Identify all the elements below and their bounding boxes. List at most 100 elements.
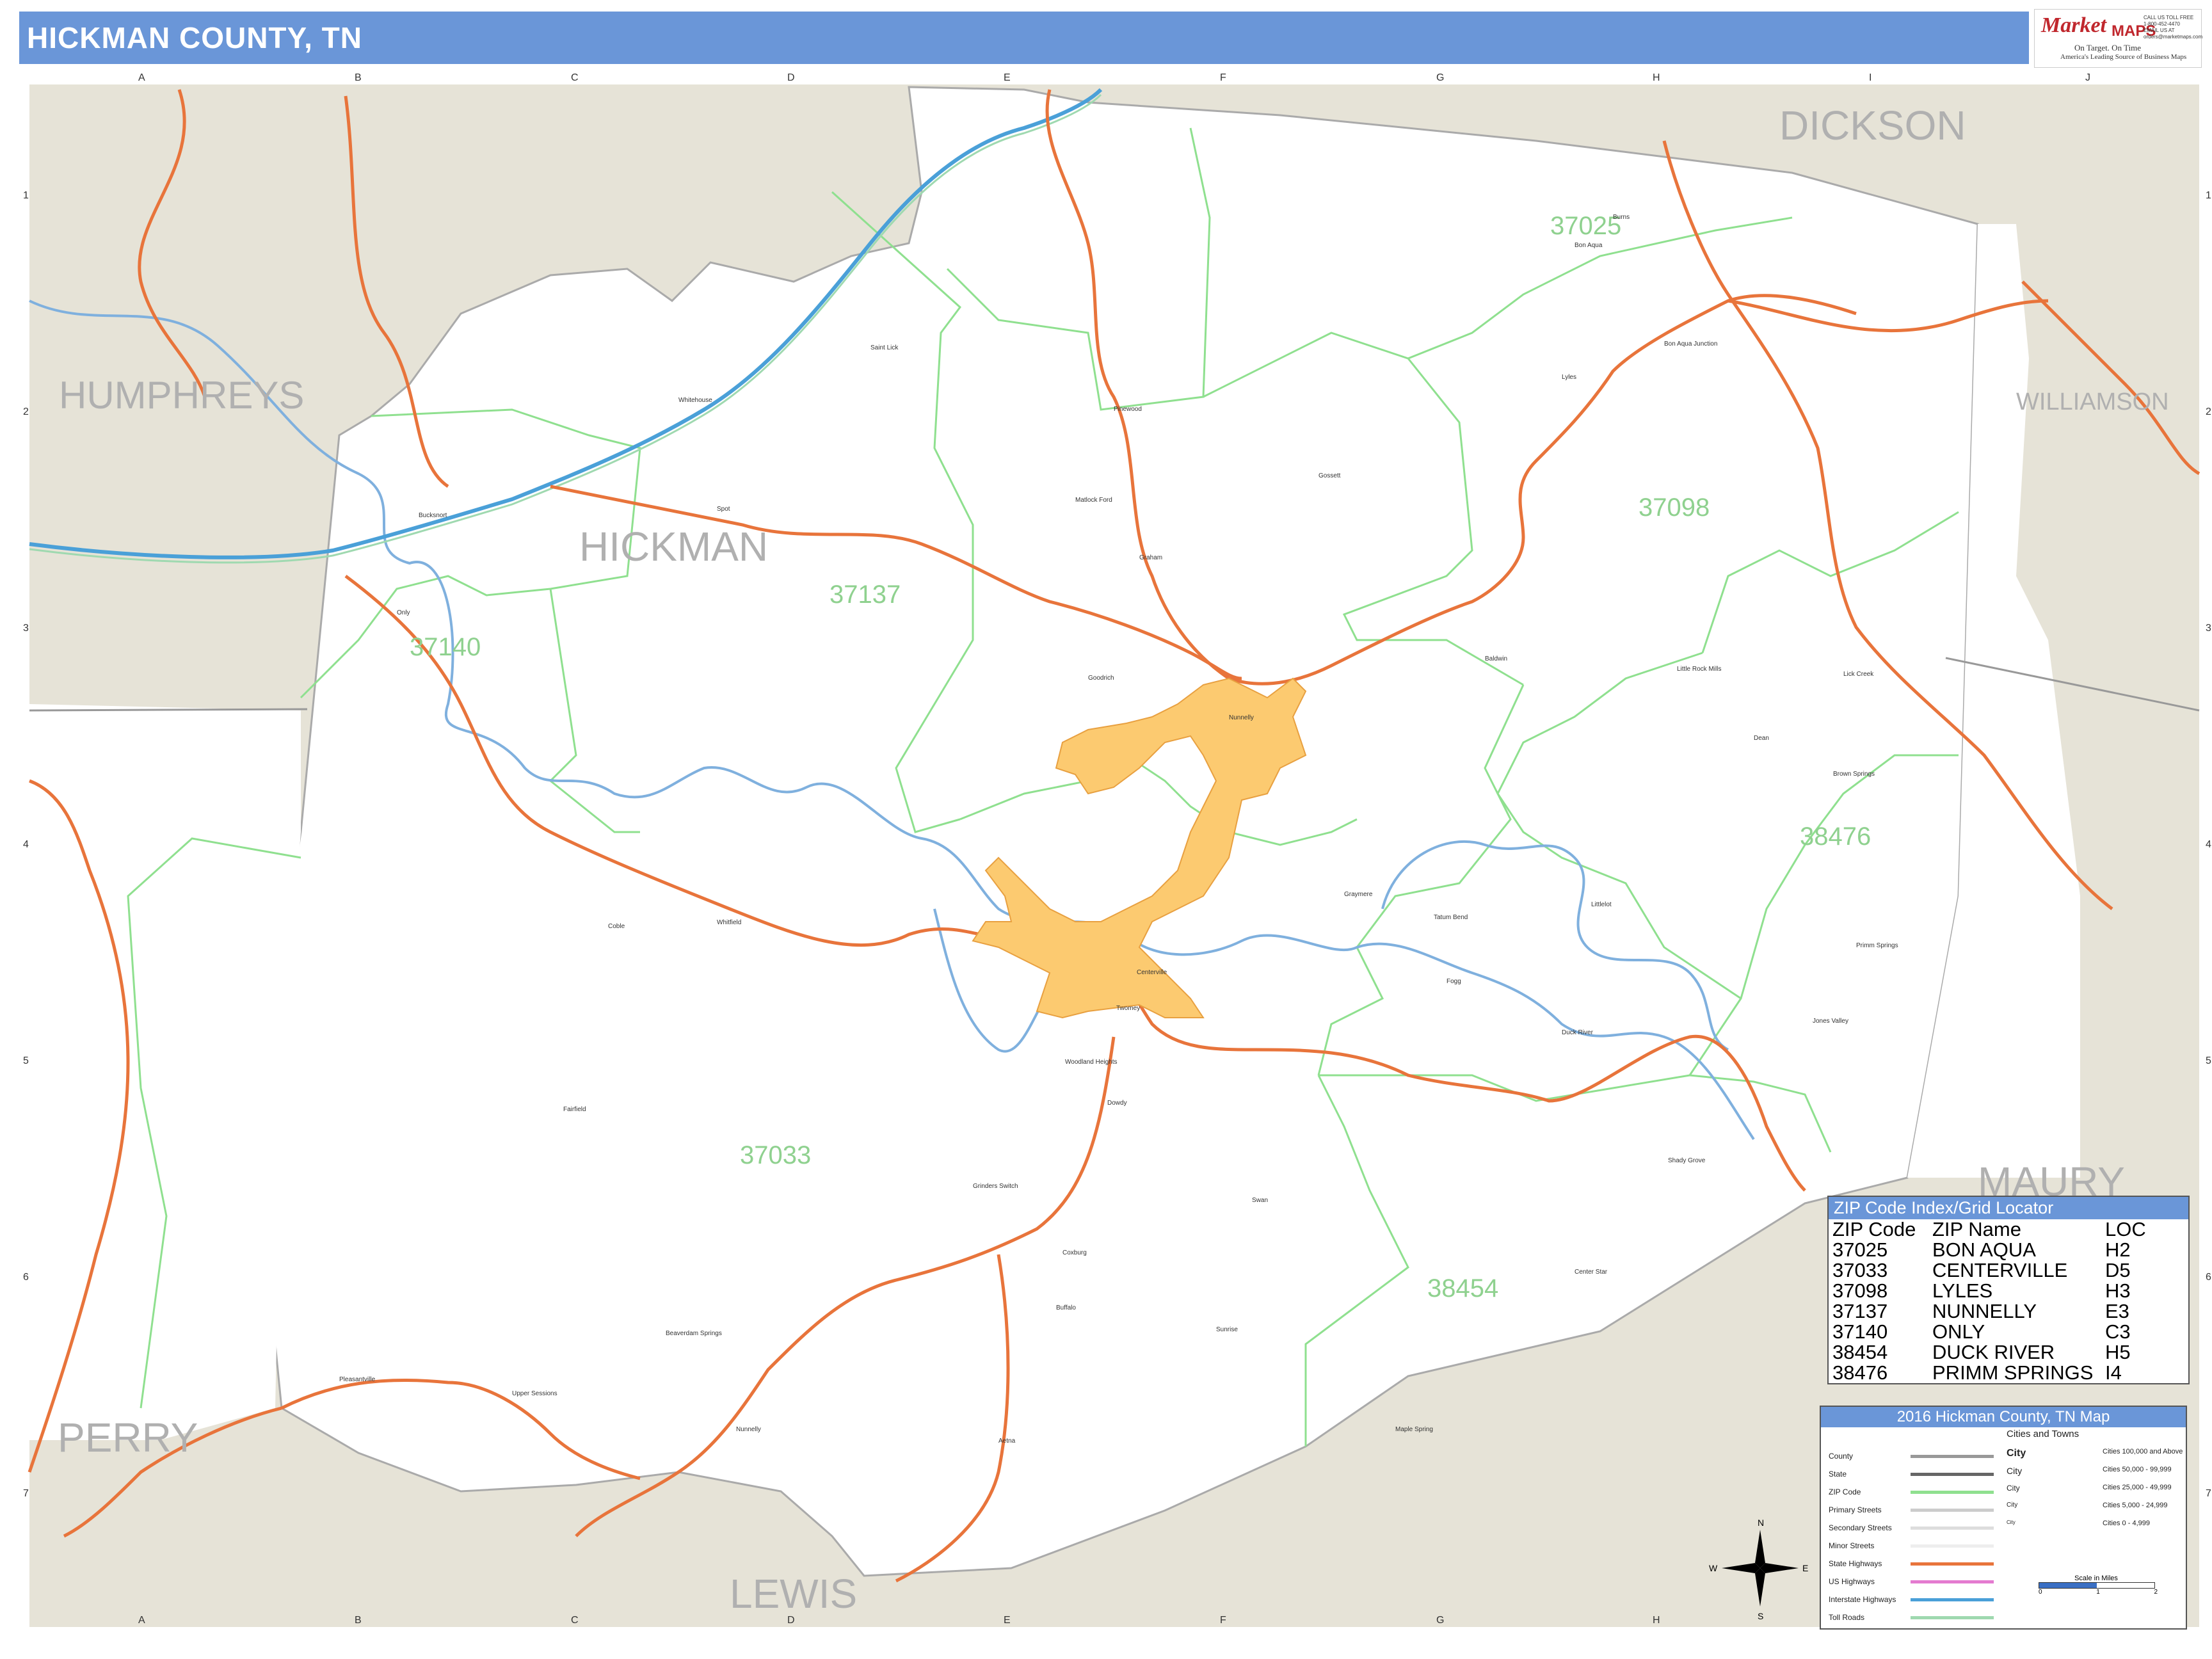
legend-item-swatch [1911,1598,1994,1601]
zip-index-row: 37140 ONLY C3 [1829,1322,2188,1342]
town-label: Maple Spring [1395,1426,1433,1433]
legend-city-range: Cities 5,000 - 24,999 [2103,1502,2168,1509]
zip-code: 38476 [1832,1361,1888,1384]
town-label: Bon Aqua Junction [1664,341,1717,348]
zip-loc: H5 [2105,1341,2131,1363]
zip-header-code: ZIP Code [1832,1218,1916,1240]
legend-item-label: Toll Roads [1829,1613,1865,1622]
compass-s: S [1758,1611,1763,1621]
zip-name: PRIMM SPRINGS [1932,1361,2094,1384]
zip-name: CENTERVILLE [1932,1259,2068,1281]
zip-loc: I4 [2105,1361,2122,1384]
town-label: Nunnelly [736,1426,761,1433]
town-label: Tatum Bend [1434,914,1468,921]
county-label-dickson: DICKSON [1779,102,1966,148]
zip-code: 37025 [1832,1238,1888,1261]
legend-item-label: ZIP Code [1829,1487,1861,1496]
town-label: Gossett [1318,472,1341,479]
zip-name: ONLY [1932,1320,1985,1343]
zip-loc: D5 [2105,1259,2131,1281]
town-label: Bucksnort [419,512,447,519]
grid-row-label: 6 [23,1272,29,1283]
grid-row-label: 5 [2206,1055,2211,1066]
zip-header-loc: LOC [2105,1218,2146,1240]
town-label: Matlock Ford [1075,497,1112,504]
zip-label-37025: 37025 [1550,212,1621,240]
legend-city-label: City [2007,1466,2023,1476]
grid-column-label: H [1653,72,1660,83]
legend-item-label: Secondary Streets [1829,1523,1892,1532]
town-label: Jones Valley [1813,1018,1848,1025]
zip-code: 38454 [1832,1341,1888,1363]
county-label-lewis: LEWIS [730,1571,857,1617]
zip-index-header: ZIP Code ZIP Name LOC [1829,1219,2188,1240]
grid-row-label: 6 [2206,1272,2211,1283]
legend-item-label: County [1829,1452,1854,1461]
scale-tick: 0 [2039,1589,2042,1596]
town-label: Baldwin [1485,655,1507,662]
town-label: Swan [1252,1197,1268,1204]
compass-e: E [1802,1563,1808,1573]
zip-label-37033: 37033 [740,1141,811,1169]
grid-column-label: E [1004,72,1011,83]
town-label: Centerville [1137,969,1167,976]
zip-label-37137: 37137 [830,581,901,609]
zip-code: 37033 [1832,1259,1888,1281]
zip-code: 37098 [1832,1279,1888,1302]
legend-item-swatch [1911,1616,1994,1619]
town-label: Pleasantville [339,1376,376,1383]
legend-item-swatch [1911,1562,1994,1566]
legend-city-range: Cities 25,000 - 49,999 [2103,1484,2172,1491]
zip-name: BON AQUA [1932,1238,2036,1261]
grid-row-label: 2 [2206,406,2211,417]
town-label: Spot [717,506,730,513]
town-label: Littlelot [1591,901,1612,908]
grid-column-label: G [1436,72,1444,83]
town-label: Only [397,609,410,616]
town-label: Sunrise [1216,1326,1238,1333]
grid-row-label: 4 [2206,839,2211,850]
legend-item-label: Minor Streets [1829,1541,1875,1550]
legend-city-range: Cities 100,000 and Above [2103,1448,2183,1455]
legend-item-swatch [1911,1544,1994,1548]
county-label-perry: PERRY [58,1415,198,1461]
scale-tick: 1 [2096,1589,2100,1596]
grid-column-label: F [1220,1615,1226,1626]
town-label: Bon Aqua [1575,242,1603,249]
zip-loc: E3 [2105,1300,2129,1322]
grid-row-label: 7 [2206,1488,2211,1499]
legend-item-label: State Highways [1829,1559,1882,1568]
grid-column-label: G [1436,1615,1444,1626]
zip-index-row: 38454 DUCK RIVER H5 [1829,1342,2188,1363]
county-line-west [29,708,308,712]
town-label: Shady Grove [1668,1157,1706,1164]
grid-column-label: D [787,72,795,83]
town-label: Twomey [1116,1005,1140,1012]
town-label: Aetna [998,1438,1016,1445]
town-label: Dean [1754,735,1769,742]
grid-row-label: 4 [23,839,29,850]
zip-label-38476: 38476 [1800,822,1871,851]
town-label: Saint Lick [870,344,899,351]
zip-loc: C3 [2105,1320,2131,1343]
town-label: Beaverdam Springs [666,1330,722,1337]
legend-item-swatch [1911,1509,1994,1512]
town-label: Fairfield [563,1106,586,1113]
compass-n: N [1758,1518,1764,1528]
legend-city-label: City [2007,1519,2016,1525]
grid-column-label: E [1004,1615,1011,1626]
zip-code: 37140 [1832,1320,1888,1343]
county-label-williamson: WILLIAMSON [2016,389,2169,415]
grid-column-label: A [138,72,145,83]
town-label: Graham [1139,554,1162,561]
grid-column-label: C [571,1615,579,1626]
zip-name: LYLES [1932,1279,1993,1302]
town-label: Whitfield [717,919,741,926]
zip-code-index: ZIP Code Index/Grid Locator ZIP Code ZIP… [1827,1196,2190,1384]
legend-city-range: Cities 50,000 - 99,999 [2103,1466,2172,1473]
town-label: Nunnelly [1229,714,1254,721]
grid-column-label: I [1869,72,1871,83]
legend-item-swatch [1911,1580,1994,1583]
legend-item-swatch [1911,1527,1994,1530]
county-label-hickman: HICKMAN [579,524,768,570]
